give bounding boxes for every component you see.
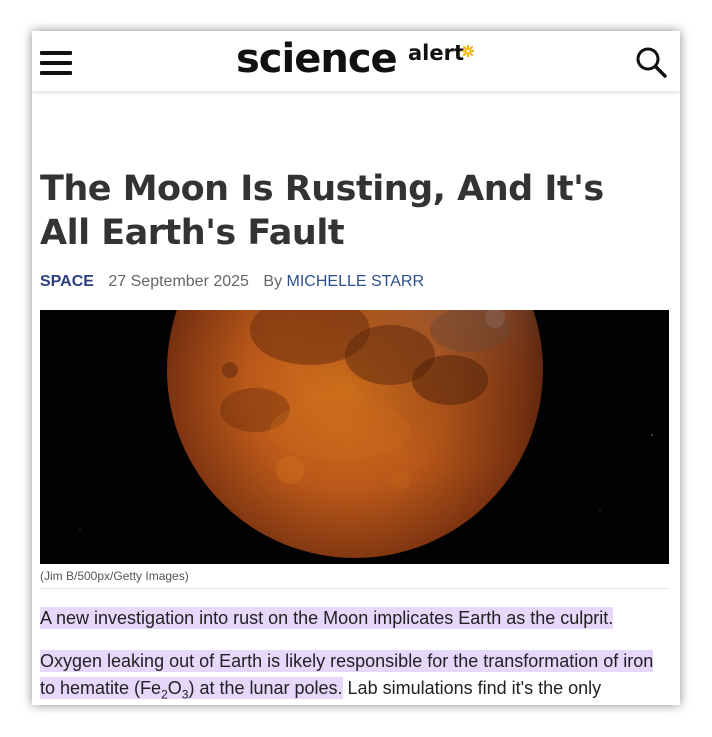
byline-label: By (263, 273, 283, 290)
publish-date: 27 September 2025 (108, 273, 249, 290)
article-paragraph-2: Oxygen leaking out of Earth is likely re… (40, 648, 672, 702)
logo-burst-icon (462, 45, 474, 57)
hero-image-moon (40, 310, 669, 564)
paragraph-text: Lab simulations find it's the only (342, 678, 602, 698)
logo-alert-text: alert (408, 41, 465, 65)
moon-illustration (40, 310, 669, 564)
page-frame: science alert The Moon Is Rusting, And I… (32, 31, 680, 705)
site-header: science alert (32, 31, 680, 91)
article-meta: SPACE 27 September 2025 By MICHELLE STAR… (40, 272, 424, 292)
category-link[interactable]: SPACE (40, 273, 94, 290)
logo-wordmark: science (236, 36, 398, 82)
article-paragraph-1: A new investigation into rust on the Moo… (40, 605, 672, 632)
image-caption: (Jim B/500px/Getty Images) (40, 569, 669, 589)
highlighted-text: A new investigation into rust on the Moo… (40, 607, 614, 629)
article-title: The Moon Is Rusting, And It's All Earth'… (40, 169, 604, 253)
hamburger-menu-icon[interactable] (40, 48, 74, 78)
search-icon[interactable] (634, 45, 668, 79)
author-link[interactable]: MICHELLE STARR (287, 273, 425, 290)
